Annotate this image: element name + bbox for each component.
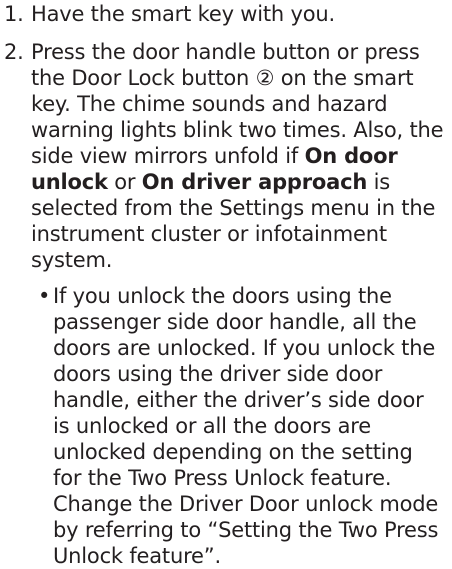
step-1-text: Have the smart key with you. — [31, 2, 335, 26]
bullet-marker: • — [38, 284, 51, 308]
step-2: 2. Press the door handle button or press… — [0, 39, 452, 273]
manual-instructions: 1. Have the smart key with you. 2. Press… — [0, 0, 452, 569]
bullet-note: • If you unlock the doors using the pass… — [31, 283, 452, 569]
step-2-text-part-2: or — [107, 170, 142, 194]
step-1-number: 1. — [4, 2, 24, 26]
on-driver-approach-setting: On driver approach — [141, 170, 368, 194]
step-2-number: 2. — [4, 40, 24, 64]
step-1: 1. Have the smart key with you. — [0, 1, 452, 27]
bullet-text: If you unlock the doors using the passen… — [53, 284, 439, 568]
